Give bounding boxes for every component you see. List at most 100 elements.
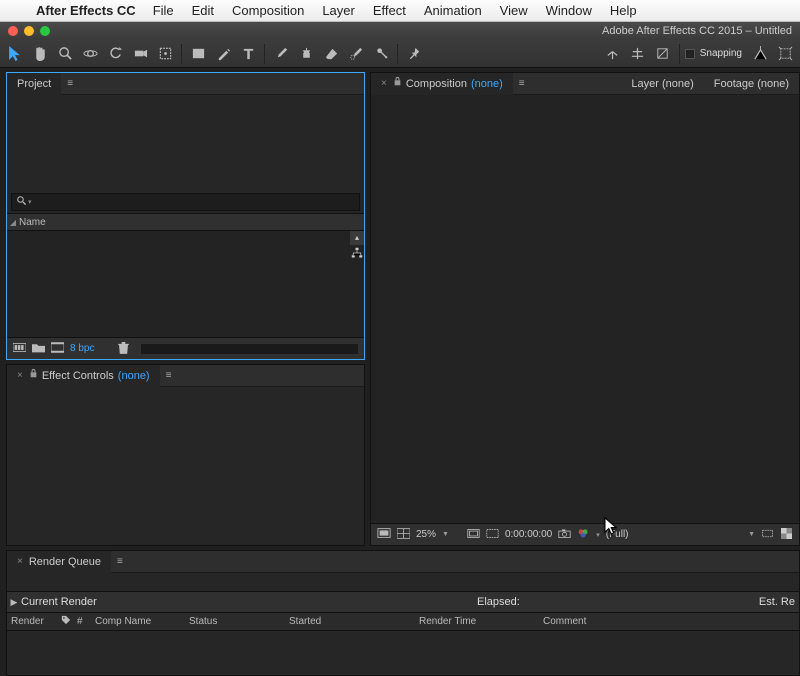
col-started[interactable]: Started: [285, 616, 415, 627]
col-render[interactable]: Render: [7, 616, 55, 627]
channel-dropdown-icon[interactable]: ▾: [596, 531, 600, 539]
pin-icon[interactable]: [403, 43, 425, 65]
composition-tab[interactable]: × Composition (none): [371, 73, 513, 95]
tab-close-icon[interactable]: ×: [381, 73, 387, 95]
new-folder-icon[interactable]: [32, 342, 45, 356]
composition-viewer[interactable]: [371, 95, 799, 523]
elapsed-label: Elapsed:: [477, 596, 520, 608]
hand-tool-icon[interactable]: [29, 43, 51, 65]
menu-animation[interactable]: Animation: [415, 3, 491, 18]
effect-controls-none: (none): [118, 365, 150, 387]
tab-close-icon[interactable]: ×: [17, 551, 23, 573]
menu-effect[interactable]: Effect: [364, 3, 415, 18]
col-num[interactable]: #: [73, 616, 91, 627]
menu-view[interactable]: View: [491, 3, 537, 18]
scroll-up-icon[interactable]: ▴: [350, 231, 364, 245]
est-remain-label: Est. Re: [759, 596, 795, 608]
project-tab[interactable]: Project: [7, 73, 61, 95]
pan-behind-tool-icon[interactable]: [154, 43, 176, 65]
safe-zones-icon[interactable]: [467, 528, 480, 542]
snap-to-edges-icon[interactable]: [749, 43, 771, 65]
lock-icon[interactable]: [29, 365, 38, 387]
snapping-checkbox[interactable]: [685, 49, 695, 59]
column-sort-icon[interactable]: ◢: [7, 218, 19, 227]
footage-tab[interactable]: Footage (none): [704, 73, 799, 95]
menu-layer[interactable]: Layer: [313, 3, 364, 18]
lock-icon[interactable]: [393, 73, 402, 95]
panel-menu-icon[interactable]: ≡: [513, 78, 532, 89]
col-status[interactable]: Status: [185, 616, 285, 627]
zoom-tool-icon[interactable]: [54, 43, 76, 65]
col-tag-icon[interactable]: [55, 615, 73, 628]
composition-none: (none): [471, 73, 503, 95]
twirl-icon[interactable]: ▶: [7, 597, 21, 608]
tab-close-icon[interactable]: ×: [17, 365, 23, 387]
render-queue-tab[interactable]: × Render Queue: [7, 551, 111, 573]
toggle-mask-icon[interactable]: [486, 528, 499, 542]
roto-brush-tool-icon[interactable]: [345, 43, 367, 65]
effect-controls-panel: × Effect Controls (none) ≡: [6, 364, 365, 546]
unified-camera-tool-icon[interactable]: [129, 43, 151, 65]
rectangle-tool-icon[interactable]: [187, 43, 209, 65]
world-axis-mode-icon[interactable]: [627, 43, 649, 65]
tools-toolbar: Snapping: [0, 40, 800, 68]
project-columns-header: ◢ Name: [7, 213, 364, 231]
project-search[interactable]: ▾: [11, 193, 360, 211]
rotation-tool-icon[interactable]: [104, 43, 126, 65]
search-icon: [16, 195, 27, 209]
project-item-list[interactable]: ▴: [7, 231, 364, 337]
project-flowchart-icon[interactable]: [350, 247, 364, 262]
resolution-value[interactable]: (Full): [606, 529, 629, 540]
roi-icon[interactable]: [761, 528, 774, 542]
always-preview-icon[interactable]: [377, 527, 391, 542]
res-dropdown-icon[interactable]: ▼: [748, 531, 755, 538]
brush-tool-icon[interactable]: [270, 43, 292, 65]
magnification-icon[interactable]: [397, 528, 410, 542]
eraser-tool-icon[interactable]: [320, 43, 342, 65]
render-queue-columns: Render # Comp Name Status Started Render…: [7, 613, 799, 631]
layer-tab[interactable]: Layer (none): [621, 73, 703, 95]
transparency-grid-icon[interactable]: [780, 528, 793, 542]
window-close-button[interactable]: [8, 26, 18, 36]
window-minimize-button[interactable]: [24, 26, 34, 36]
col-render-time[interactable]: Render Time: [415, 616, 539, 627]
panel-menu-icon[interactable]: ≡: [160, 370, 179, 381]
search-dropdown-icon[interactable]: ▾: [28, 198, 32, 206]
app-menu[interactable]: After Effects CC: [28, 3, 144, 18]
zoom-dropdown-icon[interactable]: ▼: [442, 531, 449, 538]
panel-menu-icon[interactable]: ≡: [111, 556, 130, 567]
puppet-pin-tool-icon[interactable]: [370, 43, 392, 65]
local-axis-mode-icon[interactable]: [602, 43, 624, 65]
view-axis-mode-icon[interactable]: [652, 43, 674, 65]
menu-composition[interactable]: Composition: [223, 3, 313, 18]
selection-tool-icon[interactable]: [4, 43, 26, 65]
timecode[interactable]: 0:00:00:00: [505, 529, 552, 540]
project-panel: Project ≡ ▾ ◢ Name ▴ 8 bpc: [6, 72, 365, 360]
col-comment[interactable]: Comment: [539, 616, 586, 627]
effect-controls-tab[interactable]: × Effect Controls (none): [7, 365, 160, 387]
interpret-footage-icon[interactable]: [13, 342, 26, 356]
snapshot-icon[interactable]: [558, 528, 571, 542]
project-bit-depth[interactable]: 8 bpc: [70, 343, 94, 354]
new-composition-icon[interactable]: [51, 342, 64, 356]
window-zoom-button[interactable]: [40, 26, 50, 36]
menu-window[interactable]: Window: [537, 3, 601, 18]
composition-footer: 25% ▼ 0:00:00:00 ▾ (Full) ▼: [371, 523, 799, 545]
menu-edit[interactable]: Edit: [183, 3, 223, 18]
snap-to-features-icon[interactable]: [774, 43, 796, 65]
show-channel-icon[interactable]: [577, 528, 590, 542]
clone-stamp-tool-icon[interactable]: [295, 43, 317, 65]
panel-menu-icon[interactable]: ≡: [61, 78, 80, 89]
zoom-value[interactable]: 25%: [416, 529, 436, 540]
project-footer: 8 bpc: [7, 337, 364, 359]
menu-file[interactable]: File: [144, 3, 183, 18]
orbit-camera-tool-icon[interactable]: [79, 43, 101, 65]
render-queue-panel: × Render Queue ≡ ▶ Current Render Elapse…: [6, 550, 800, 676]
col-comp-name[interactable]: Comp Name: [91, 616, 185, 627]
menu-help[interactable]: Help: [601, 3, 646, 18]
column-name[interactable]: Name: [19, 217, 46, 228]
pen-tool-icon[interactable]: [212, 43, 234, 65]
snapping-label: Snapping: [700, 48, 742, 59]
type-tool-icon[interactable]: [237, 43, 259, 65]
delete-icon[interactable]: [118, 341, 129, 357]
